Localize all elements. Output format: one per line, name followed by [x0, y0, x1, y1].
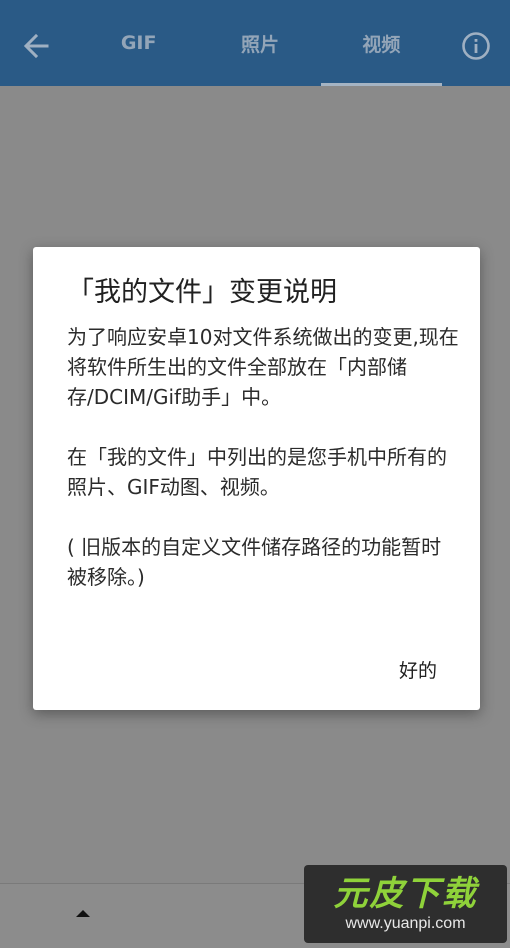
arrow-left-icon: [23, 33, 49, 59]
info-circle-icon: [462, 32, 490, 60]
watermark-url: www.yuanpi.com: [345, 915, 466, 932]
app-bar: GIF 照片 视频: [0, 0, 510, 86]
change-notice-dialog: 「我的文件」变更说明 为了响应安卓10对文件系统做出的变更,现在将软件所生出的文…: [33, 247, 480, 710]
dialog-paragraph: 为了响应安卓10对文件系统做出的变更,现在将软件所生出的文件全部放在「内部储存/…: [67, 325, 459, 409]
ok-button[interactable]: 好的: [383, 647, 453, 691]
back-button[interactable]: [14, 24, 58, 68]
dialog-paragraph: 在「我的文件」中列出的是您手机中所有的照片、GIF动图、视频。: [67, 445, 447, 499]
dialog-body: 为了响应安卓10对文件系统做出的变更,现在将软件所生出的文件全部放在「内部储存/…: [67, 322, 459, 592]
tab-photos[interactable]: 照片: [199, 0, 320, 86]
caret-up-icon[interactable]: [74, 906, 92, 920]
tab-bar: GIF 照片 视频: [78, 0, 443, 86]
watermark-logo-text: 元皮下载: [333, 874, 478, 914]
dialog-title: 「我的文件」变更说明: [67, 277, 337, 308]
tab-gif[interactable]: GIF: [78, 0, 199, 86]
tab-videos[interactable]: 视频: [320, 0, 443, 86]
watermark-logo: 元皮下载 www.yuanpi.com: [304, 865, 507, 943]
dialog-paragraph: ( 旧版本的自定义文件储存路径的功能暂时被移除。): [67, 535, 442, 589]
info-button[interactable]: [456, 26, 496, 66]
